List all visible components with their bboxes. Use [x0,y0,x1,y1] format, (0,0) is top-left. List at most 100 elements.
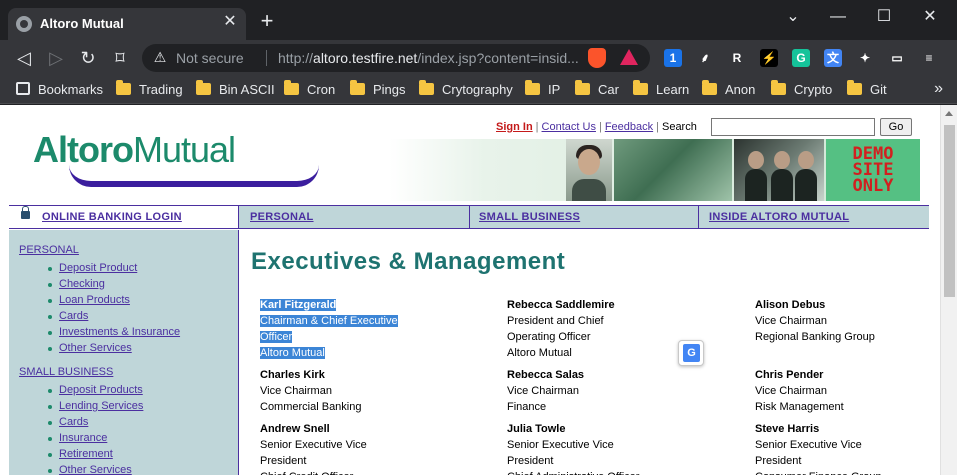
omnibox-divider [266,50,267,66]
r-extension-icon[interactable]: R [728,49,746,67]
executive-title-line: Vice Chairman [507,385,579,397]
sidebar-item-insurance[interactable]: Insurance [47,432,107,444]
altoro-logo[interactable]: AltoroMutual [29,127,319,191]
bookmark-folder[interactable]: Pings [350,80,406,98]
sidebar-item-cards[interactable]: Cards [47,416,88,428]
bookmark-folder[interactable]: Bin ASCII [196,80,275,98]
folder-icon [116,80,131,95]
bookmark-folder[interactable]: Git [847,80,887,98]
lock-icon [21,206,30,219]
url-text[interactable]: http://altoro.testfire.net/index.jsp?con… [278,50,578,66]
translate-popup-icon[interactable] [678,340,704,366]
sidebar-item-checking[interactable]: Checking [48,278,105,290]
close-window-button[interactable]: ✕ [915,6,945,28]
feedback-link[interactable]: Feedback [605,121,653,133]
page-scrollbar[interactable] [940,105,957,475]
bookmark-folder[interactable]: Car [575,80,619,98]
sidebar-item-investments[interactable]: Investments & Insurance [47,326,180,338]
bookmark-folder[interactable]: Trading [116,80,183,98]
bookmark-folder[interactable]: IP [525,80,560,98]
robinhood-icon[interactable]: ⸙ [696,49,714,67]
sign-in-link[interactable]: Sign In [496,121,533,133]
sidebar-item-loan-products[interactable]: Loan Products [48,294,130,306]
nav-divider [698,206,699,228]
minimize-button[interactable]: — [823,6,853,28]
sidebar-item-other-services[interactable]: Other Services [48,342,132,354]
executive-card: Andrew Snell Senior Executive Vice Preside… [260,421,500,475]
sidebar-item-cards[interactable]: Cards [47,310,88,322]
sidebar-item-lending-services[interactable]: Lending Services [47,400,143,412]
folder-icon [196,80,211,95]
scroll-up-arrow-icon[interactable] [945,111,953,116]
globe-icon [16,16,32,32]
bookmark-folder[interactable]: Learn [633,80,689,98]
nav-inside-altoro[interactable]: INSIDE ALTORO MUTUAL [709,211,849,223]
online-banking-login-link[interactable]: ONLINE BANKING LOGIN [42,211,182,223]
executive-title-line: Vice Chairman [260,385,332,397]
bookmark-folder[interactable]: Crytography [419,80,513,98]
folder-icon [702,80,717,95]
executive-card: Karl Fitzgerald Chairman & Chief Executiv… [260,297,500,361]
bookmarks-overflow-button[interactable]: » [934,80,943,98]
search-input[interactable] [711,118,875,136]
folder-icon [350,80,365,95]
executive-title-line: Altoro Mutual [260,347,325,359]
bookmark-folder[interactable]: Crypto [771,80,832,98]
back-button[interactable]: ◁ [12,46,36,70]
executive-title-line: Operating Officer [507,331,591,343]
folder-icon [847,80,862,95]
bookmarks-icon [16,82,30,95]
sidebar-item-deposit-products[interactable]: Deposit Products [48,384,143,396]
executive-name: Charles Kirk [260,369,325,381]
new-tab-button[interactable]: + [256,10,278,32]
bookmark-folder[interactable]: Anon [702,80,755,98]
brave-shield-icon[interactable] [588,48,606,68]
nav-personal[interactable]: PERSONAL [250,211,314,223]
translate-icon[interactable]: 文 [824,49,842,67]
sidebar-item-other-services[interactable]: Other Services [48,464,132,475]
scrollbar-thumb[interactable] [944,125,955,297]
executive-title-line: Chairman & Chief Executive [260,315,398,327]
executive-title-line: Risk Management [755,401,844,413]
executive-card: Rebecca Saddlemire President and Chief Ope… [507,297,747,361]
executive-title-line: Finance [507,401,547,413]
forward-button[interactable]: ▷ [44,46,68,70]
menu-icon[interactable]: ≡ [920,49,938,67]
security-label: Not secure [176,50,244,66]
page-title: Executives & Management [251,248,566,275]
wallet-icon[interactable]: ▭ [888,49,906,67]
executive-title-line: Officer [260,331,293,343]
online-banking-login-tab[interactable]: ONLINE BANKING LOGIN [9,206,239,228]
executive-title-line: Senior Executive Vice [755,439,862,451]
tab-search-button[interactable]: ⌄ [778,6,808,28]
bookmarks-button[interactable]: Bookmarks [16,82,103,98]
go-button[interactable]: Go [880,118,912,136]
lightning-icon[interactable]: ⚡ [760,49,778,67]
sidebar-head-personal[interactable]: PERSONAL [19,244,79,256]
banner-photo-team [734,139,824,201]
reload-button[interactable]: ↻ [76,46,100,70]
sidebar-item-retirement[interactable]: Retirement [48,448,113,460]
executive-title-line: Consumer Finance Group [755,471,882,475]
sidebar-head-small-business[interactable]: SMALL BUSINESS [19,366,113,378]
executive-title-line: President [507,455,554,467]
contact-us-link[interactable]: Contact Us [542,121,596,133]
puzzle-icon[interactable]: ✦ [856,49,874,67]
demo-site-badge: DEMO SITE ONLY [826,139,920,201]
executive-title-line: Senior Executive Vice [260,439,367,451]
bookmarks-bar: Bookmarks Trading Bin ASCII Cron Pings C… [0,76,957,104]
executive-title-line: President [755,455,802,467]
banner-photo-woman [566,139,612,201]
tab-close-icon[interactable]: ✕ [220,12,240,32]
1password-icon[interactable]: 1 [664,49,682,67]
browser-tab[interactable]: Altoro Mutual ✕ [8,8,246,40]
folder-icon [575,80,590,95]
nav-small-business[interactable]: SMALL BUSINESS [479,211,580,223]
sidebar-item-deposit-product[interactable]: Deposit Product [47,262,137,274]
bookmark-folder[interactable]: Cron [284,80,335,98]
grammarly-icon[interactable]: G [792,49,810,67]
maximize-button[interactable]: ☐ [869,6,899,28]
bookmark-page-button[interactable]: ⌑ [108,46,132,70]
address-bar[interactable]: ⚠ Not secure http://altoro.testfire.net/… [142,44,650,72]
brave-rewards-icon[interactable] [620,49,638,65]
